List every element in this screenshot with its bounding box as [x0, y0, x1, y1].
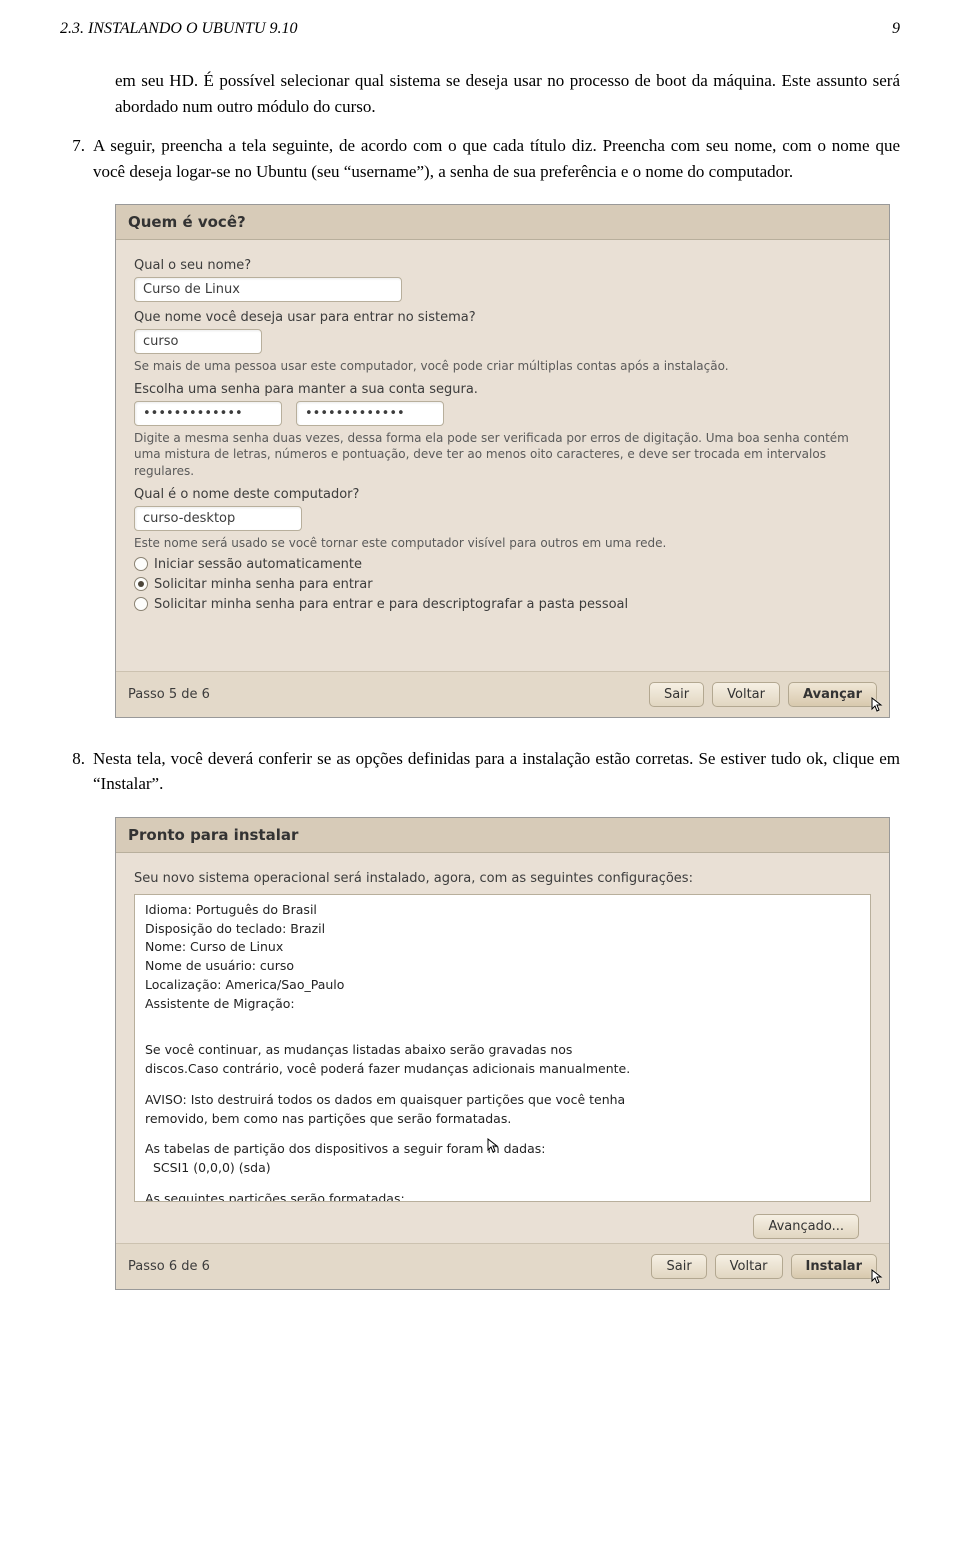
quit-button[interactable]: Sair [649, 682, 704, 707]
cursor-icon [871, 697, 883, 713]
installer-ready-to-install: Pronto para instalar Seu novo sistema op… [115, 817, 890, 1290]
input-username[interactable]: curso [134, 329, 262, 354]
cfg-migration: Assistente de Migração: [145, 995, 860, 1014]
radio-label: Iniciar sessão automaticamente [154, 557, 362, 572]
cfg-name: Nome: Curso de Linux [145, 938, 860, 957]
help-password: Digite a mesma senha duas vezes, dessa f… [134, 430, 871, 479]
step-text: A seguir, preencha a tela seguinte, de a… [93, 133, 900, 184]
step-text: Nesta tela, você deverá conferir se as o… [93, 746, 900, 797]
step-7: 7. A seguir, preencha a tela seguinte, d… [60, 133, 900, 184]
radio-autologin[interactable]: Iniciar sessão automaticamente [134, 557, 871, 572]
dialog-title: Quem é você? [116, 205, 889, 240]
summary-intro: Seu novo sistema operacional será instal… [134, 871, 871, 886]
warning-continue-1: Se você continuar, as mudanças listadas … [145, 1041, 860, 1060]
button-bar: Passo 5 de 6 Sair Voltar Avançar [116, 671, 889, 717]
page-number: 9 [892, 20, 900, 38]
cfg-location: Localização: America/Sao_Paulo [145, 976, 860, 995]
install-button[interactable]: Instalar [791, 1254, 877, 1279]
label-password: Escolha uma senha para manter a sua cont… [134, 382, 871, 397]
section-title: 2.3. INSTALANDO O UBUNTU 9.10 [60, 20, 298, 38]
step-8: 8. Nesta tela, você deverá conferir se a… [60, 746, 900, 797]
format-header: As seguintes partições serão formatadas: [145, 1190, 860, 1202]
radio-requirepw[interactable]: Solicitar minha senha para entrar [134, 577, 871, 592]
input-fullname[interactable]: Curso de Linux [134, 277, 402, 302]
input-password2[interactable]: ••••••••••••• [296, 401, 444, 426]
label-hostname: Qual é o nome deste computador? [134, 487, 871, 502]
button-bar: Passo 6 de 6 Sair Voltar Instalar [116, 1243, 889, 1289]
step-indicator: Passo 5 de 6 [128, 687, 641, 702]
help-username: Se mais de uma pessoa usar este computad… [134, 358, 871, 374]
input-password1[interactable]: ••••••••••••• [134, 401, 282, 426]
warning-continue-2: discos.Caso contrário, você poderá fazer… [145, 1060, 860, 1079]
summary-box: Idioma: Português do Brasil Disposição d… [134, 894, 871, 1202]
partition-device: SCSI1 (0,0,0) (sda) [145, 1159, 860, 1178]
cursor-icon [871, 1269, 883, 1285]
cfg-keyboard: Disposição do teclado: Brazil [145, 920, 860, 939]
radio-encrypt[interactable]: Solicitar minha senha para entrar e para… [134, 597, 871, 612]
cfg-username: Nome de usuário: curso [145, 957, 860, 976]
intro-paragraph: em seu HD. É possível selecionar qual si… [115, 68, 900, 119]
back-button[interactable]: Voltar [715, 1254, 783, 1279]
installer-who-are-you: Quem é você? Qual o seu nome? Curso de L… [115, 204, 890, 718]
advanced-button[interactable]: Avançado... [753, 1214, 859, 1239]
step-number: 8. [60, 746, 85, 797]
label-fullname: Qual o seu nome? [134, 258, 871, 273]
input-hostname[interactable]: curso-desktop [134, 506, 302, 531]
radio-label: Solicitar minha senha para entrar [154, 577, 373, 592]
back-button[interactable]: Voltar [712, 682, 780, 707]
quit-button[interactable]: Sair [651, 1254, 706, 1279]
warning-destroy-1: AVISO: Isto destruirá todos os dados em … [145, 1091, 860, 1110]
step-indicator: Passo 6 de 6 [128, 1259, 643, 1274]
step-number: 7. [60, 133, 85, 184]
help-hostname: Este nome será usado se você tornar este… [134, 535, 871, 551]
forward-button[interactable]: Avançar [788, 682, 877, 707]
cursor-icon [487, 1138, 499, 1154]
partition-tables-header: As tabelas de partição dos dispositivos … [145, 1140, 860, 1159]
cfg-language: Idioma: Português do Brasil [145, 901, 860, 920]
radio-icon [134, 557, 148, 571]
label-username: Que nome você deseja usar para entrar no… [134, 310, 871, 325]
radio-icon [134, 597, 148, 611]
page-header: 2.3. INSTALANDO O UBUNTU 9.10 9 [60, 20, 900, 38]
dialog-title: Pronto para instalar [116, 818, 889, 853]
radio-icon [134, 577, 148, 591]
radio-label: Solicitar minha senha para entrar e para… [154, 597, 628, 612]
warning-destroy-2: removido, bem como nas partições que ser… [145, 1110, 860, 1129]
